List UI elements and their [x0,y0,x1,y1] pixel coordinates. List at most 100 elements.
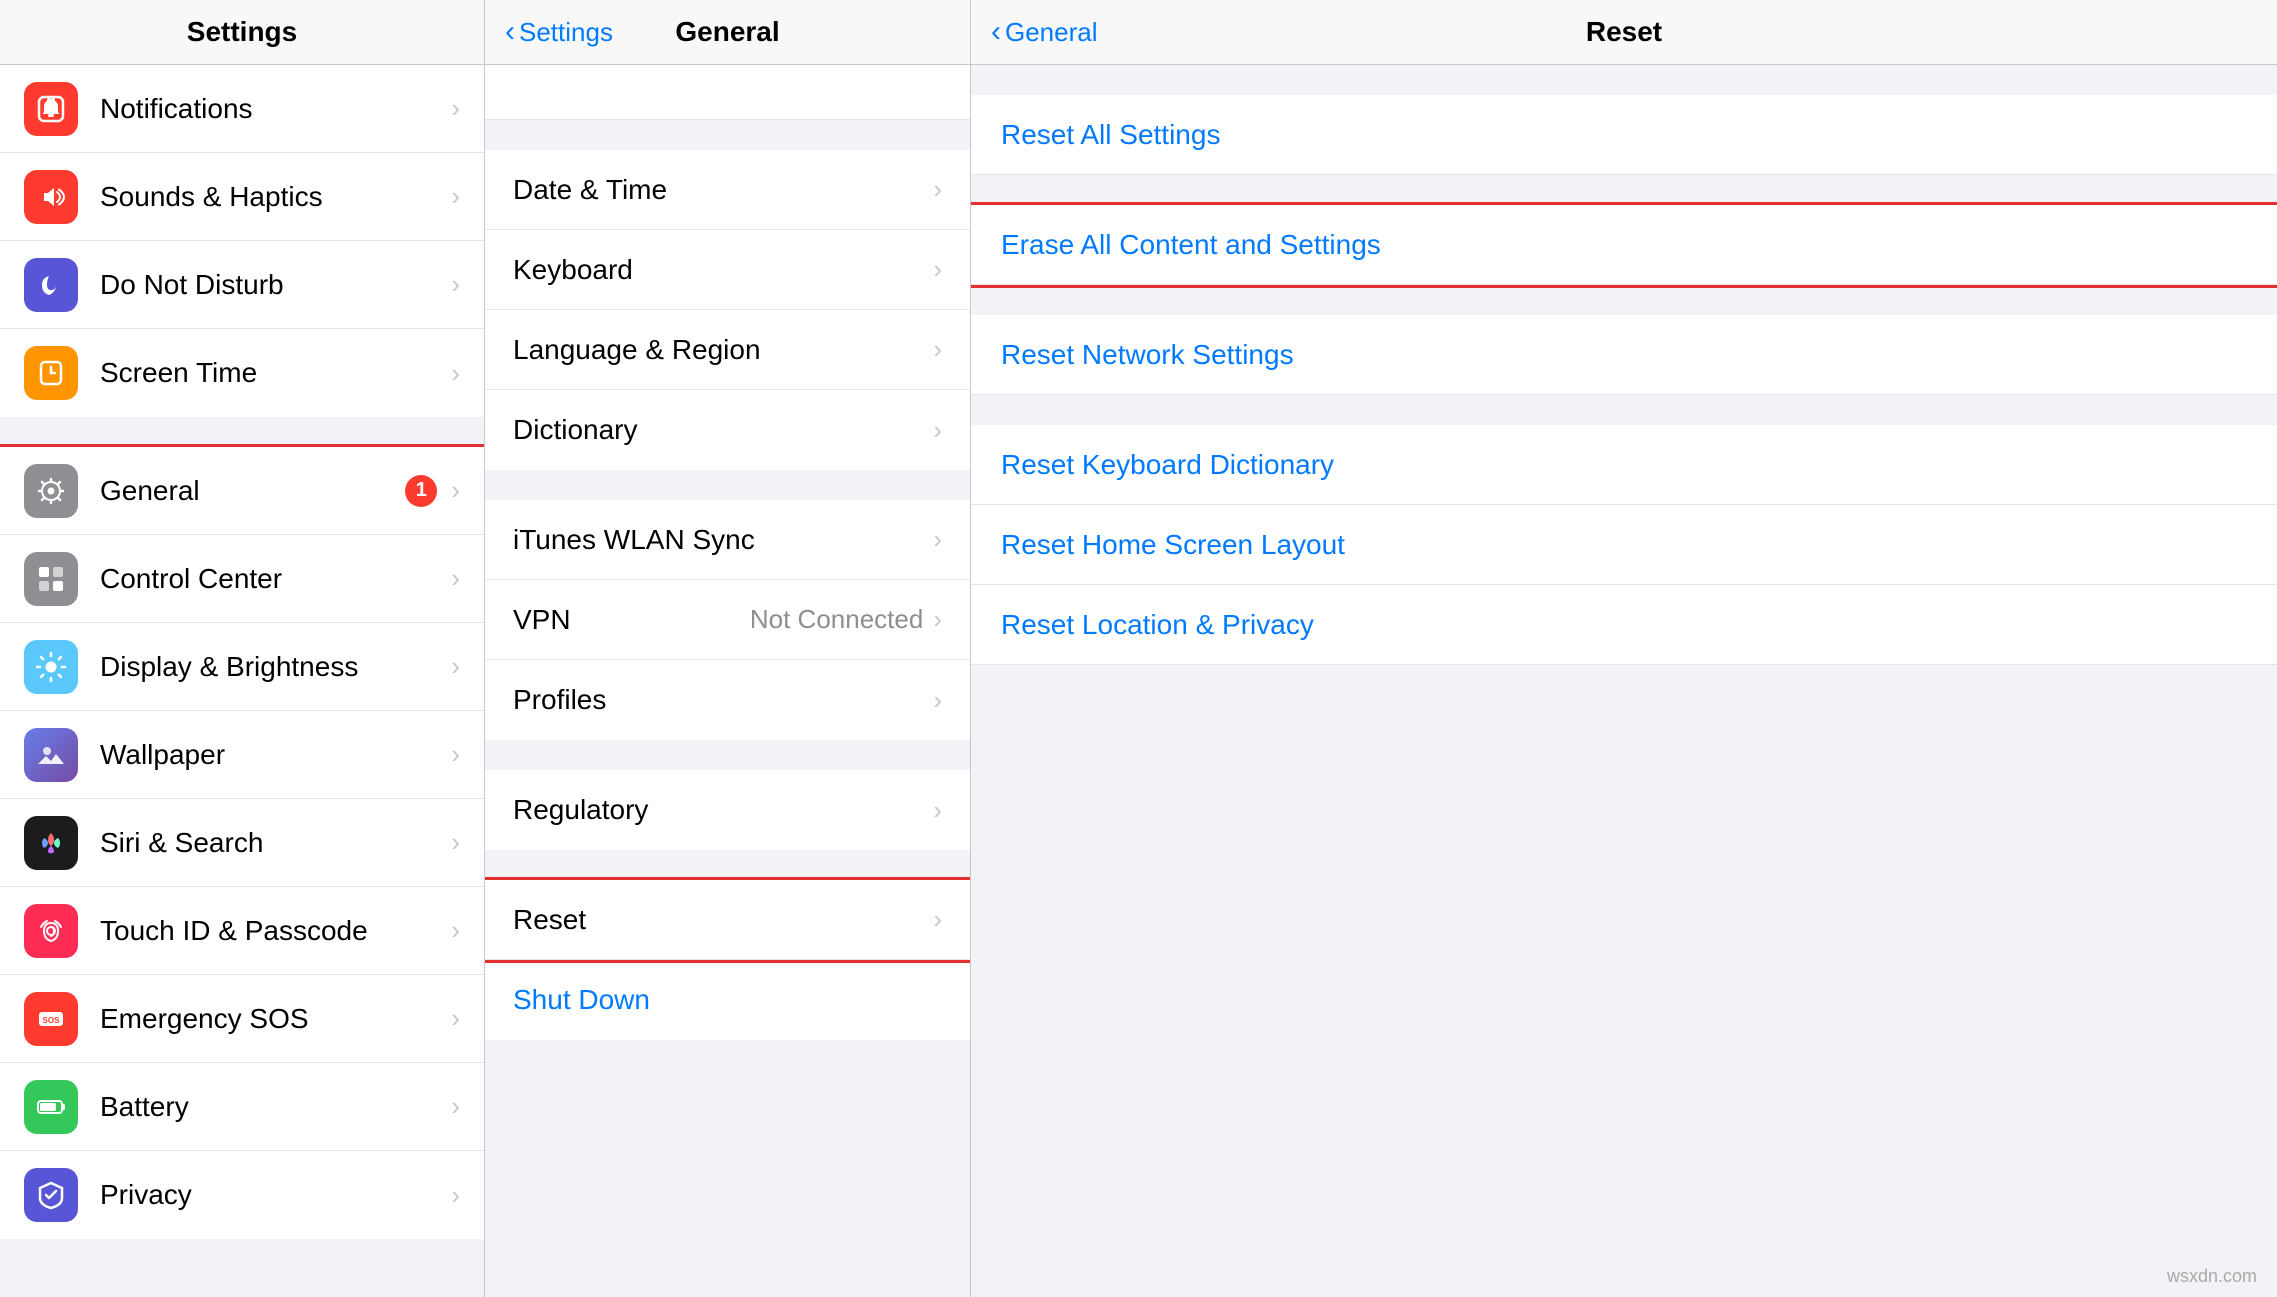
siri-chevron: › [451,827,460,858]
sidebar-item-siri[interactable]: Siri & Search › [0,799,484,887]
datetime-chevron: › [933,174,942,205]
screentime-chevron: › [451,358,460,389]
middle-item-datetime[interactable]: Date & Time › [485,150,970,230]
middle-column-header: ‹ Settings General [485,0,970,65]
back-chevron-icon: ‹ [505,15,515,49]
siri-label: Siri & Search [100,827,451,859]
right-section-1: Reset All Settings [971,95,2277,175]
emergencysos-label: Emergency SOS [100,1003,451,1035]
wlansync-label: iTunes WLAN Sync [513,524,933,556]
vpn-chevron: › [933,604,942,635]
donotdisturb-icon [24,258,78,312]
regulatory-chevron: › [933,795,942,826]
profiles-chevron: › [933,685,942,716]
general-back-label: Settings [519,17,613,48]
touchid-icon [24,904,78,958]
right-divider-1 [971,175,2277,205]
controlcenter-chevron: › [451,563,460,594]
donotdisturb-label: Do Not Disturb [100,269,451,301]
displaybrightness-label: Display & Brightness [100,651,451,683]
right-section-2: Erase All Content and Settings [971,205,2277,285]
reset-back-button[interactable]: ‹ General [991,15,1098,49]
right-column-header: ‹ General Reset [971,0,2277,65]
language-label: Language & Region [513,334,933,366]
sidebar-item-controlcenter[interactable]: Control Center › [0,535,484,623]
sidebar-item-wallpaper[interactable]: Wallpaper › [0,711,484,799]
language-chevron: › [933,334,942,365]
sidebar-item-battery[interactable]: Battery › [0,1063,484,1151]
watermark: wsxdn.com [2167,1266,2257,1287]
sidebar-item-privacy[interactable]: Privacy › [0,1151,484,1239]
right-item-reset-network[interactable]: Reset Network Settings [971,315,2277,395]
middle-divider-1 [485,470,970,500]
screentime-icon [24,346,78,400]
right-item-reset-location[interactable]: Reset Location & Privacy [971,585,2277,665]
sounds-chevron: › [451,181,460,212]
donotdisturb-chevron: › [451,269,460,300]
dictionary-label: Dictionary [513,414,933,446]
middle-item-profiles[interactable]: Profiles › [485,660,970,740]
general-label: General [100,475,405,507]
wallpaper-label: Wallpaper [100,739,451,771]
sidebar-item-emergencysos[interactable]: SOS Emergency SOS › [0,975,484,1063]
right-item-erase-all[interactable]: Erase All Content and Settings [971,205,2277,285]
notifications-chevron: › [451,93,460,124]
right-item-reset-keyboard[interactable]: Reset Keyboard Dictionary [971,425,2277,505]
middle-column-title: General [675,16,779,48]
general-icon [24,464,78,518]
middle-item-keyboard[interactable]: Keyboard › [485,230,970,310]
right-divider-2 [971,285,2277,315]
left-column-title: Settings [187,16,297,48]
battery-label: Battery [100,1091,451,1123]
displaybrightness-icon [24,640,78,694]
right-item-reset-homescreen[interactable]: Reset Home Screen Layout [971,505,2277,585]
displaybrightness-chevron: › [451,651,460,682]
middle-item-wlansync[interactable]: iTunes WLAN Sync › [485,500,970,580]
battery-chevron: › [451,1091,460,1122]
left-section-1: Notifications › Sounds & Haptics › Do No… [0,65,484,417]
sidebar-item-general[interactable]: General 1 › [0,447,484,535]
middle-item-language[interactable]: Language & Region › [485,310,970,390]
touchid-chevron: › [451,915,460,946]
right-column: ‹ General Reset Reset All Settings Erase… [971,0,2277,1297]
middle-column: ‹ Settings General Date & Time › Keyboar… [485,0,971,1297]
battery-icon [24,1080,78,1134]
right-list: Reset All Settings Erase All Content and… [971,65,2277,1297]
sidebar-item-touchid[interactable]: Touch ID & Passcode › [0,887,484,975]
sidebar-item-screentime[interactable]: Screen Time › [0,329,484,417]
middle-item-shutdown[interactable]: Shut Down [485,960,970,1040]
sidebar-item-notifications[interactable]: Notifications › [0,65,484,153]
privacy-chevron: › [451,1180,460,1211]
middle-section-2: iTunes WLAN Sync › VPN Not Connected › P… [485,500,970,740]
vpn-value: Not Connected [750,604,923,635]
shutdown-label: Shut Down [513,984,942,1016]
middle-item-reset[interactable]: Reset › [485,880,970,960]
notifications-label: Notifications [100,93,451,125]
sidebar-item-donotdisturb[interactable]: Do Not Disturb › [0,241,484,329]
middle-section-3: Regulatory › [485,770,970,850]
sidebar-item-displaybrightness[interactable]: Display & Brightness › [0,623,484,711]
left-list: Notifications › Sounds & Haptics › Do No… [0,65,484,1297]
right-divider-0 [971,65,2277,95]
middle-divider-0 [485,120,970,150]
middle-section-1: Date & Time › Keyboard › Language & Regi… [485,150,970,470]
left-section-2: General 1 › Control Center › Display & B… [0,447,484,1239]
general-back-button[interactable]: ‹ Settings [505,15,613,49]
reset-chevron: › [933,904,942,935]
middle-item-dictionary[interactable]: Dictionary › [485,390,970,470]
controlcenter-icon [24,552,78,606]
reset-keyboard-label: Reset Keyboard Dictionary [1001,449,1334,481]
middle-item-regulatory[interactable]: Regulatory › [485,770,970,850]
right-item-reset-all-settings[interactable]: Reset All Settings [971,95,2277,175]
middle-partial-top [485,65,970,120]
middle-section-4: Reset › Shut Down [485,880,970,1040]
reset-location-label: Reset Location & Privacy [1001,609,1314,641]
vpn-label: VPN [513,604,750,636]
privacy-label: Privacy [100,1179,451,1211]
middle-item-vpn[interactable]: VPN Not Connected › [485,580,970,660]
right-section-4: Reset Keyboard Dictionary Reset Home Scr… [971,425,2277,665]
privacy-icon [24,1168,78,1222]
wlansync-chevron: › [933,524,942,555]
datetime-label: Date & Time [513,174,933,206]
sidebar-item-sounds[interactable]: Sounds & Haptics › [0,153,484,241]
